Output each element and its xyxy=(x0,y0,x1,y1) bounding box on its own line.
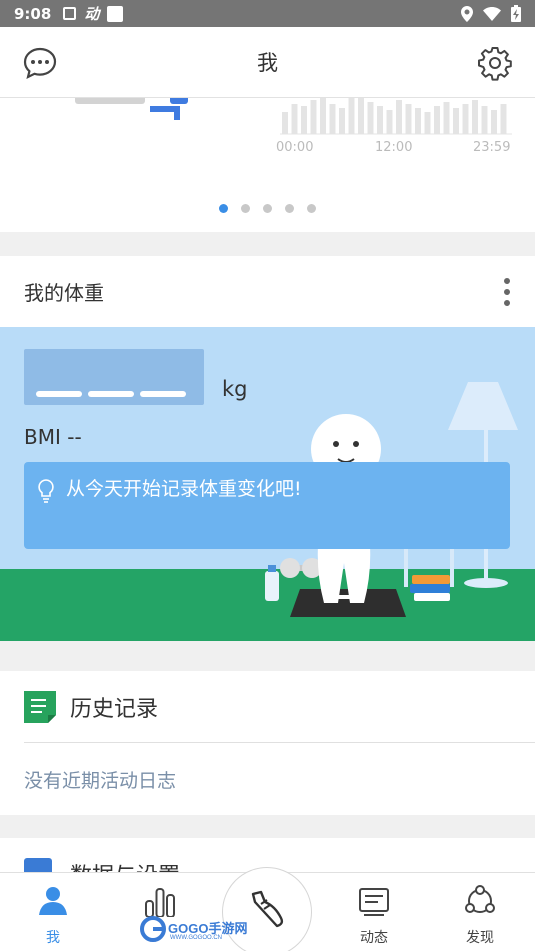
carousel-dot[interactable] xyxy=(285,204,294,213)
lightbulb-icon xyxy=(38,479,54,503)
activity-bar xyxy=(491,110,497,134)
activity-bar xyxy=(453,108,459,134)
activity-bar xyxy=(481,106,488,134)
battery-charging-icon xyxy=(511,5,521,22)
carousel-dot[interactable] xyxy=(263,204,272,213)
activity-bar xyxy=(339,108,345,134)
activity-bar xyxy=(500,104,507,134)
activity-bar xyxy=(377,106,383,134)
activity-bar xyxy=(282,112,288,134)
chart-time-label-start: 00:00 xyxy=(276,140,314,155)
activity-bar xyxy=(320,98,326,134)
ground xyxy=(0,569,535,641)
person-icon xyxy=(39,887,67,915)
dong-app-icon: 动 xyxy=(84,5,100,23)
carousel-page-indicator[interactable] xyxy=(0,204,535,213)
settings-button[interactable] xyxy=(477,45,513,81)
weight-placeholder-dash xyxy=(140,391,186,397)
activity-bar xyxy=(396,100,402,134)
page-title: 我 xyxy=(257,51,278,75)
status-time: 9:08 xyxy=(14,4,52,23)
watermark-domain: WWW.GOGOO.CN xyxy=(170,935,222,941)
bottom-tab-bar: 我 动态 发现 xyxy=(0,867,535,951)
history-empty-text: 没有近期活动日志 xyxy=(24,770,177,792)
watermark: GOGO手游网 WWW.GOGOO.CN xyxy=(140,912,252,942)
weight-tip: 从今天开始记录体重变化吧! xyxy=(24,462,510,549)
wifi-icon xyxy=(483,6,501,21)
location-icon xyxy=(461,5,473,22)
document-icon xyxy=(24,691,56,723)
weight-banner[interactable]: kg BMI -- 从今天开始记录体重变化吧! xyxy=(0,327,535,641)
activity-bar xyxy=(405,104,412,134)
chat-icon xyxy=(23,47,57,80)
news-icon xyxy=(359,888,389,916)
activity-bar xyxy=(358,98,364,134)
dot xyxy=(504,300,510,306)
activity-bar xyxy=(291,104,298,134)
a-notification-icon xyxy=(63,7,77,20)
weight-tip-text: 从今天开始记录体重变化吧! xyxy=(66,478,302,500)
bmi-value: BMI -- xyxy=(24,425,82,449)
tab-discover[interactable]: 发现 xyxy=(435,885,525,947)
divider xyxy=(24,742,535,743)
activity-bar xyxy=(329,104,336,134)
app-bar: 我 xyxy=(0,27,535,98)
activity-bar xyxy=(424,112,431,134)
activity-bar xyxy=(367,102,374,134)
tab-feed[interactable]: 动态 xyxy=(329,885,419,947)
tab-feed-label: 动态 xyxy=(360,930,388,946)
history-title: 历史记录 xyxy=(70,697,159,722)
activity-bar xyxy=(462,104,469,134)
weight-placeholder-dash xyxy=(88,391,134,397)
tab-me-label: 我 xyxy=(46,930,60,946)
weight-value-box xyxy=(24,349,204,405)
more-options-button[interactable] xyxy=(501,278,513,306)
carousel-dot[interactable] xyxy=(241,204,250,213)
activity-bar xyxy=(472,100,478,134)
weight-card-title: 我的体重 xyxy=(24,281,104,305)
discover-icon xyxy=(465,885,495,913)
weight-placeholder-dash xyxy=(36,391,82,397)
tab-me[interactable]: 我 xyxy=(8,885,98,947)
watermark-logo-icon xyxy=(140,916,166,942)
activity-bar xyxy=(415,108,421,134)
settings-gear-icon xyxy=(478,47,512,81)
status-right-icons xyxy=(461,5,521,22)
history-card[interactable]: 历史记录 没有近期活动日志 xyxy=(0,671,535,815)
tab-discover-label: 发现 xyxy=(466,930,494,946)
dot xyxy=(504,289,510,295)
chart-time-label-end: 23:59 xyxy=(473,140,511,155)
activity-bar xyxy=(443,102,450,134)
activity-bar xyxy=(386,110,393,134)
carousel-dot[interactable] xyxy=(219,204,228,213)
weight-unit: kg xyxy=(222,377,248,401)
activity-bar xyxy=(310,100,317,134)
messages-button[interactable] xyxy=(22,45,58,81)
chart-time-label-mid: 12:00 xyxy=(375,140,413,155)
weight-card: 我的体重 kg BMI -- 从今天开始记录体重变化吧! xyxy=(0,256,535,641)
status-bar: 9:08 动 xyxy=(0,0,535,27)
activity-bar xyxy=(301,106,307,134)
carousel-dot[interactable] xyxy=(307,204,316,213)
square-app-icon xyxy=(107,5,124,22)
activity-carousel[interactable]: 00:00 12:00 23:59 xyxy=(0,98,535,232)
activity-bar xyxy=(348,98,355,134)
dot xyxy=(504,278,510,284)
activity-bar xyxy=(434,106,440,134)
